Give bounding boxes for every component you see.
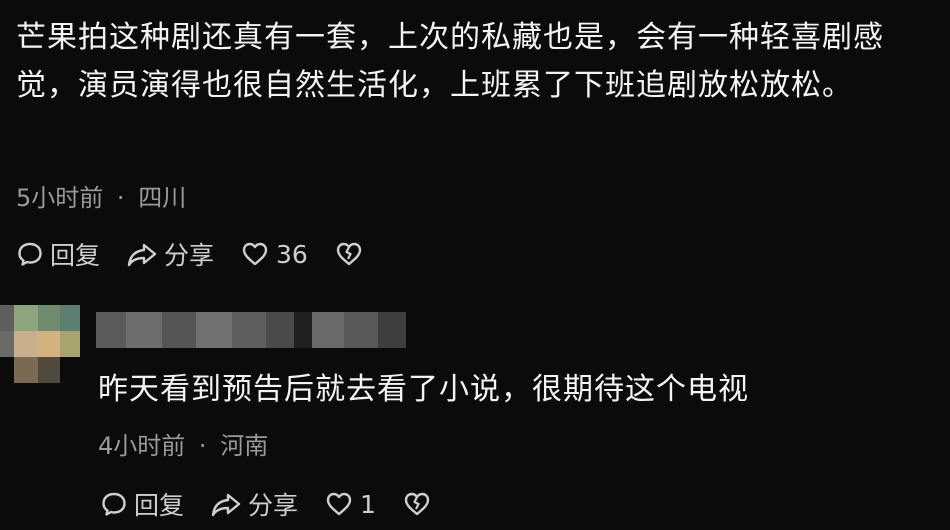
comment-actions: 回复 分享 1: [100, 486, 464, 522]
like-count: 1: [360, 489, 376, 519]
heart-icon: [326, 492, 352, 516]
location: 河南: [220, 432, 269, 460]
reply-button[interactable]: 回复: [100, 486, 184, 522]
heart-icon: [242, 242, 268, 266]
broken-heart-icon: [336, 242, 362, 266]
comment-meta: 5小时前 · 四川: [16, 178, 186, 213]
comment-text: 昨天看到预告后就去看了小说，很期待这个电视: [98, 372, 749, 407]
dislike-button[interactable]: [402, 490, 438, 518]
dislike-button[interactable]: [334, 240, 370, 268]
reply-label: 回复: [50, 241, 101, 270]
comment-bubble-icon: [102, 492, 126, 516]
location: 四川: [138, 184, 187, 212]
broken-heart-icon: [404, 492, 430, 516]
share-button[interactable]: 分享: [210, 486, 298, 522]
comment-bubble-icon: [18, 242, 42, 266]
like-count: 36: [276, 239, 308, 269]
username[interactable]: [96, 312, 406, 348]
timestamp: 5小时前: [16, 184, 104, 212]
share-arrow-icon: [211, 493, 241, 517]
like-button[interactable]: 1: [324, 490, 376, 519]
meta-separator: ·: [116, 184, 125, 212]
timestamp: 4小时前: [98, 432, 186, 460]
comment-text: 芒果拍这种剧还真有一套，上次的私藏也是，会有一种轻喜剧感觉，演员演得也很自然生活…: [16, 20, 884, 103]
comment-actions: 回复 分享 36: [16, 236, 396, 272]
comment-meta: 4小时前 · 河南: [98, 426, 268, 461]
share-label: 分享: [248, 491, 299, 520]
share-arrow-icon: [127, 243, 157, 267]
share-button[interactable]: 分享: [126, 236, 214, 272]
meta-separator: ·: [198, 432, 207, 460]
avatar[interactable]: [0, 305, 84, 383]
reply-label: 回复: [134, 491, 185, 520]
share-label: 分享: [164, 241, 215, 270]
like-button[interactable]: 36: [240, 240, 308, 269]
reply-button[interactable]: 回复: [16, 236, 100, 272]
